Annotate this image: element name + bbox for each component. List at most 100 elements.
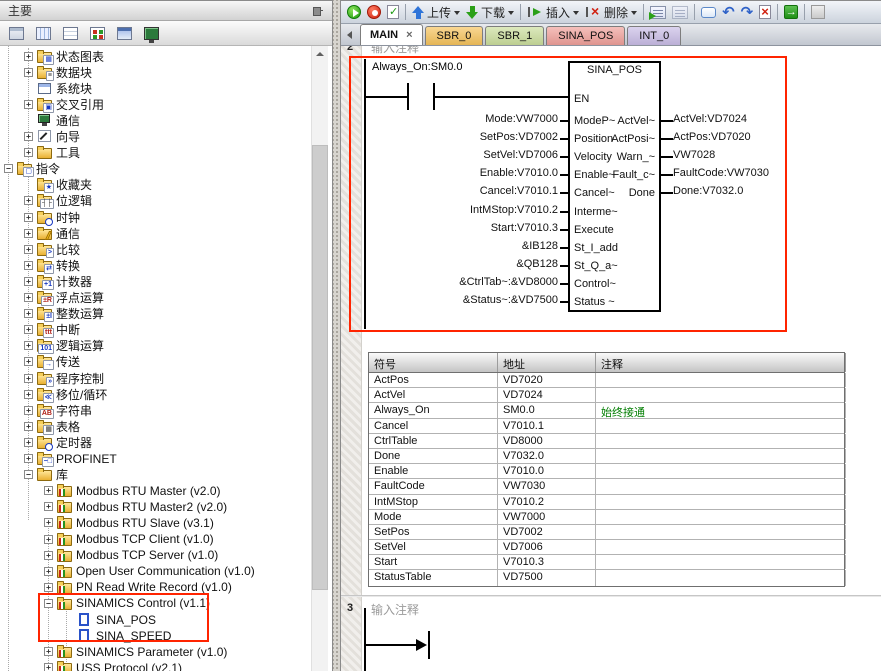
input-operand-label[interactable]: IntMStop:V7010.2 bbox=[341, 201, 558, 219]
address-cell[interactable]: VD7500 bbox=[498, 570, 596, 585]
network3-comment[interactable]: 输入注释 bbox=[371, 601, 419, 618]
tree-expander-icon[interactable]: + bbox=[44, 518, 53, 527]
tree-item-favorites[interactable]: ★收藏夹 bbox=[24, 177, 92, 193]
tree-item-system-block[interactable]: 系统块 bbox=[24, 80, 92, 96]
clipped-button[interactable] bbox=[808, 2, 828, 23]
input-operand-label[interactable]: &QB128 bbox=[341, 255, 558, 273]
comment-cell[interactable]: 始终接通 bbox=[596, 403, 846, 417]
contact-bar[interactable] bbox=[407, 83, 409, 110]
tab-int_0[interactable]: INT_0 bbox=[627, 26, 681, 45]
input-operand-label[interactable]: Enable:V7010.0 bbox=[341, 164, 558, 182]
goto-button[interactable]: → bbox=[781, 2, 801, 23]
tree-item-string[interactable]: +AB字符串 bbox=[24, 402, 92, 418]
tree-expander-icon[interactable]: + bbox=[24, 196, 33, 205]
tree-item-integer-math[interactable]: +±I整数运算 bbox=[24, 306, 104, 322]
tree-expander-icon[interactable]: + bbox=[24, 245, 33, 254]
view-button-5[interactable] bbox=[114, 24, 135, 43]
input-operand-label[interactable]: &IB128 bbox=[341, 237, 558, 255]
tree-item-bit-logic[interactable]: +┤├位逻辑 bbox=[24, 193, 92, 209]
tree-item-comm-instructions[interactable]: +通信 bbox=[24, 225, 80, 241]
output-operand-label[interactable]: ActPos:VD7020 bbox=[673, 128, 751, 146]
address-cell[interactable]: VD7002 bbox=[498, 525, 596, 539]
symbol-cell[interactable]: Start bbox=[369, 555, 498, 569]
tree-item-data-block[interactable]: +≡数据块 bbox=[24, 64, 92, 80]
undo-button[interactable]: ↶ bbox=[719, 2, 738, 23]
tree-item-move[interactable]: +→传送 bbox=[24, 354, 80, 370]
comment-cell[interactable] bbox=[596, 373, 846, 387]
sina-pos-function-block[interactable]: SINA_POS EN ModeP~ActVel~PositionActPosi… bbox=[568, 61, 661, 312]
tree-expander-icon[interactable]: + bbox=[24, 277, 33, 286]
tree-expander-icon[interactable]: + bbox=[44, 535, 53, 544]
tab-sina_pos[interactable]: SINA_POS bbox=[546, 26, 625, 45]
symbol-cell[interactable]: SetVel bbox=[369, 540, 498, 554]
symbol-cell[interactable]: CtrlTable bbox=[369, 434, 498, 448]
download-button[interactable]: 下载 bbox=[463, 2, 517, 23]
view-button-2[interactable] bbox=[33, 24, 54, 43]
comment-cell[interactable] bbox=[596, 419, 846, 433]
tree-expander-icon[interactable]: + bbox=[24, 422, 33, 431]
tree-expander-icon[interactable]: − bbox=[4, 164, 13, 173]
tree-item-open-user-comm[interactable]: +Open User Communication (v1.0) bbox=[44, 563, 255, 579]
tree-expander-icon[interactable]: + bbox=[24, 261, 33, 270]
tree-item-tools[interactable]: +工具 bbox=[24, 145, 80, 161]
address-cell[interactable]: VD7020 bbox=[498, 373, 596, 387]
tree-expander-icon[interactable]: + bbox=[24, 229, 33, 238]
tree-expander-icon[interactable]: + bbox=[24, 390, 33, 399]
comment-cell[interactable] bbox=[596, 510, 846, 524]
tree-expander-icon[interactable]: + bbox=[24, 438, 33, 447]
tree-expander-icon[interactable]: − bbox=[24, 470, 33, 479]
symbol-cell[interactable]: ActPos bbox=[369, 373, 498, 387]
tree-item-modbus-rtu-master[interactable]: +Modbus RTU Master (v2.0) bbox=[44, 483, 221, 499]
input-operand-label[interactable]: Start:V7010.3 bbox=[341, 219, 558, 237]
output-operand-label[interactable]: ActVel:VD7024 bbox=[673, 110, 747, 128]
comment-cell[interactable] bbox=[596, 449, 846, 463]
tree-item-cross-reference[interactable]: +▣交叉引用 bbox=[24, 96, 104, 112]
tree-item-modbus-tcp-server[interactable]: +Modbus TCP Server (v1.0) bbox=[44, 547, 218, 563]
address-cell[interactable]: V7010.2 bbox=[498, 495, 596, 509]
comment-cell[interactable] bbox=[596, 525, 846, 539]
tree-expander-icon[interactable]: + bbox=[24, 293, 33, 302]
tree-item-clock[interactable]: +时钟 bbox=[24, 209, 80, 225]
tab-sbr_0[interactable]: SBR_0 bbox=[425, 26, 484, 45]
tree-item-table[interactable]: +▦表格 bbox=[24, 418, 80, 434]
address-cell[interactable]: VD8000 bbox=[498, 434, 596, 448]
tree-item-sina-pos[interactable]: SINA_POS bbox=[64, 612, 156, 628]
tree-item-libraries[interactable]: −库 bbox=[24, 467, 68, 483]
tree-expander-icon[interactable]: + bbox=[24, 325, 33, 334]
upload-button[interactable]: 上传 bbox=[409, 2, 463, 23]
scroll-up-icon[interactable] bbox=[312, 46, 328, 62]
tree-expander-icon[interactable]: + bbox=[24, 374, 33, 383]
tree-expander-icon[interactable]: + bbox=[44, 583, 53, 592]
output-operand-label[interactable]: VW7028 bbox=[673, 146, 715, 164]
tree-item-instructions[interactable]: −▢指令 bbox=[4, 161, 60, 177]
tree-expander-icon[interactable]: + bbox=[24, 100, 33, 109]
compile-button[interactable] bbox=[384, 2, 402, 23]
input-operand-label[interactable]: &CtrlTab~:&VD8000 bbox=[341, 273, 558, 291]
tree-expander-icon[interactable]: + bbox=[24, 309, 33, 318]
input-operand-label[interactable]: SetVel:VD7006 bbox=[341, 146, 558, 164]
tree-expander-icon[interactable]: + bbox=[44, 663, 53, 671]
tree-item-pn-read-write[interactable]: +PN Read Write Record (v1.0) bbox=[44, 579, 232, 595]
tree-item-uss-protocol[interactable]: +USS Protocol (v2.1) bbox=[44, 660, 182, 671]
redo-button[interactable]: ↷ bbox=[738, 2, 757, 23]
comment-cell[interactable] bbox=[596, 570, 846, 585]
tree-expander-icon[interactable]: + bbox=[24, 454, 33, 463]
stop-button[interactable] bbox=[364, 2, 384, 23]
tree-expander-icon[interactable]: + bbox=[44, 567, 53, 576]
tree-expander-icon[interactable]: + bbox=[44, 502, 53, 511]
tree-item-shift-rotate[interactable]: +≪移位/循环 bbox=[24, 386, 107, 402]
tree-expander-icon[interactable]: + bbox=[44, 486, 53, 495]
tree-item-sina-speed[interactable]: SINA_SPEED bbox=[64, 628, 171, 644]
symbol-cell[interactable]: Mode bbox=[369, 510, 498, 524]
comment-cell[interactable] bbox=[596, 555, 846, 569]
tree-item-convert[interactable]: +⇄转换 bbox=[24, 257, 80, 273]
symbol-cell[interactable]: StatusTable bbox=[369, 570, 498, 585]
tree-expander-icon[interactable]: + bbox=[24, 132, 33, 141]
symbol-cell[interactable]: Done bbox=[369, 449, 498, 463]
tree-item-communication[interactable]: 通信 bbox=[24, 112, 80, 128]
symbol-cell[interactable]: Always_On bbox=[369, 403, 498, 417]
comment-cell[interactable] bbox=[596, 495, 846, 509]
address-cell[interactable]: VD7006 bbox=[498, 540, 596, 554]
tree-expander-icon[interactable]: + bbox=[24, 406, 33, 415]
dropdown-caret-icon[interactable] bbox=[454, 11, 460, 18]
